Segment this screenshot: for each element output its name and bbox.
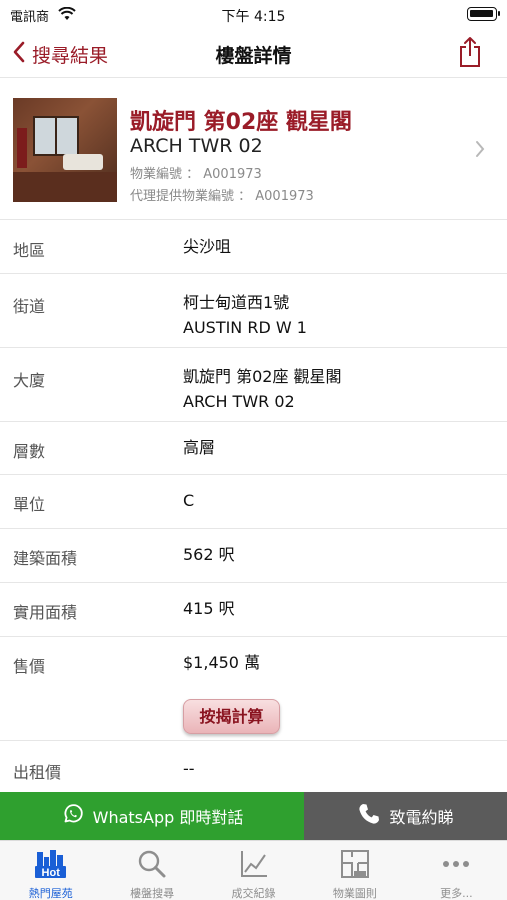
tab-hot-buildings[interactable]: Hot 熱門屋苑 (0, 841, 101, 900)
detail-row-price: 售價 $1,450 萬 按揭計算 (0, 637, 507, 741)
detail-row-gross-area: 建築面積 562 呎 (0, 529, 507, 583)
detail-row-building: 大廈 凱旋門 第02座 觀星閣 ARCH TWR 02 (0, 348, 507, 422)
detail-value: C (183, 491, 195, 510)
tab-label: 熱門屋苑 (28, 887, 73, 900)
detail-row-street: 街道 柯士甸道西1號 AUSTIN RD W 1 (0, 274, 507, 348)
detail-label: 建築面積 (13, 549, 78, 568)
agent-property-number: 代理提供物業編號 ： A001973 (130, 189, 314, 204)
detail-row-unit: 單位 C (0, 475, 507, 529)
detail-value: $1,450 萬 (183, 653, 261, 672)
share-button[interactable] (457, 36, 483, 72)
search-icon (137, 849, 167, 883)
tab-transactions[interactable]: 成交紀錄 (203, 841, 304, 900)
tab-bar: Hot 熱門屋苑 樓盤搜尋 成交紀錄 物業圖則 更多... (0, 840, 507, 900)
detail-row-saleable-area: 實用面積 415 呎 (0, 583, 507, 637)
detail-label: 出租價 (13, 763, 62, 782)
detail-value: -- (183, 759, 195, 778)
whatsapp-icon (61, 802, 85, 830)
more-icon (441, 849, 471, 883)
detail-label: 地區 (13, 241, 46, 260)
share-icon (457, 37, 483, 72)
mortgage-calculator-button[interactable]: 按揭計算 (183, 699, 280, 734)
detail-label: 大廈 (13, 371, 46, 390)
detail-value: 柯士甸道西1號 (183, 293, 290, 312)
phone-icon (357, 802, 381, 830)
status-bar: 電訊商 下午 4:15 (0, 0, 507, 30)
action-bar: WhatsApp 即時對話 致電約睇 (0, 792, 507, 840)
tab-label: 樓盤搜尋 (130, 887, 175, 900)
detail-row-district: 地區 尖沙咀 (0, 221, 507, 274)
page-title: 樓盤詳情 (215, 45, 292, 67)
tab-label: 更多... (440, 887, 473, 900)
detail-label: 實用面積 (13, 603, 78, 622)
detail-label: 售價 (13, 657, 46, 676)
whatsapp-button[interactable]: WhatsApp 即時對話 (0, 792, 304, 840)
property-title: 凱旋門 第02座 觀星閣 (130, 110, 352, 135)
tab-more[interactable]: 更多... (406, 841, 507, 900)
property-number: 物業編號 ： A001973 (130, 167, 262, 182)
tab-floor-plans[interactable]: 物業圖則 (304, 841, 405, 900)
navigation-bar: 搜尋結果 樓盤詳情 (0, 30, 507, 78)
detail-value: 高層 (183, 438, 216, 457)
hot-badge: Hot (41, 867, 60, 879)
chart-icon (239, 849, 269, 883)
detail-label: 層數 (13, 442, 46, 461)
chevron-right-icon (475, 140, 485, 162)
detail-label: 單位 (13, 495, 46, 514)
detail-value-en: AUSTIN RD W 1 (183, 318, 307, 337)
detail-value: 凱旋門 第02座 觀星閣 (183, 367, 342, 386)
detail-value-en: ARCH TWR 02 (183, 392, 295, 411)
property-photo (13, 98, 117, 202)
detail-row-floor: 層數 高層 (0, 422, 507, 475)
call-label: 致電約睇 (389, 808, 454, 827)
call-button[interactable]: 致電約睇 (304, 792, 507, 840)
detail-value: 415 呎 (183, 599, 235, 618)
detail-value: 尖沙咀 (183, 237, 232, 256)
tab-property-search[interactable]: 樓盤搜尋 (101, 841, 202, 900)
floor-plan-icon (340, 849, 370, 883)
whatsapp-label: WhatsApp 即時對話 (92, 808, 244, 827)
property-summary[interactable]: 凱旋門 第02座 觀星閣 ARCH TWR 02 物業編號 ： A001973 … (0, 90, 507, 220)
property-title-en: ARCH TWR 02 (130, 135, 263, 157)
detail-value: 562 呎 (183, 545, 235, 564)
tab-label: 成交紀錄 (231, 887, 276, 900)
property-details: 地區 尖沙咀 街道 柯士甸道西1號 AUSTIN RD W 1 大廈 凱旋門 第… (0, 221, 507, 796)
detail-label: 街道 (13, 297, 46, 316)
status-time: 下午 4:15 (221, 9, 286, 25)
battery-icon (467, 7, 500, 21)
detail-row-rent: 出租價 -- (0, 741, 507, 796)
tab-label: 物業圖則 (332, 887, 377, 900)
